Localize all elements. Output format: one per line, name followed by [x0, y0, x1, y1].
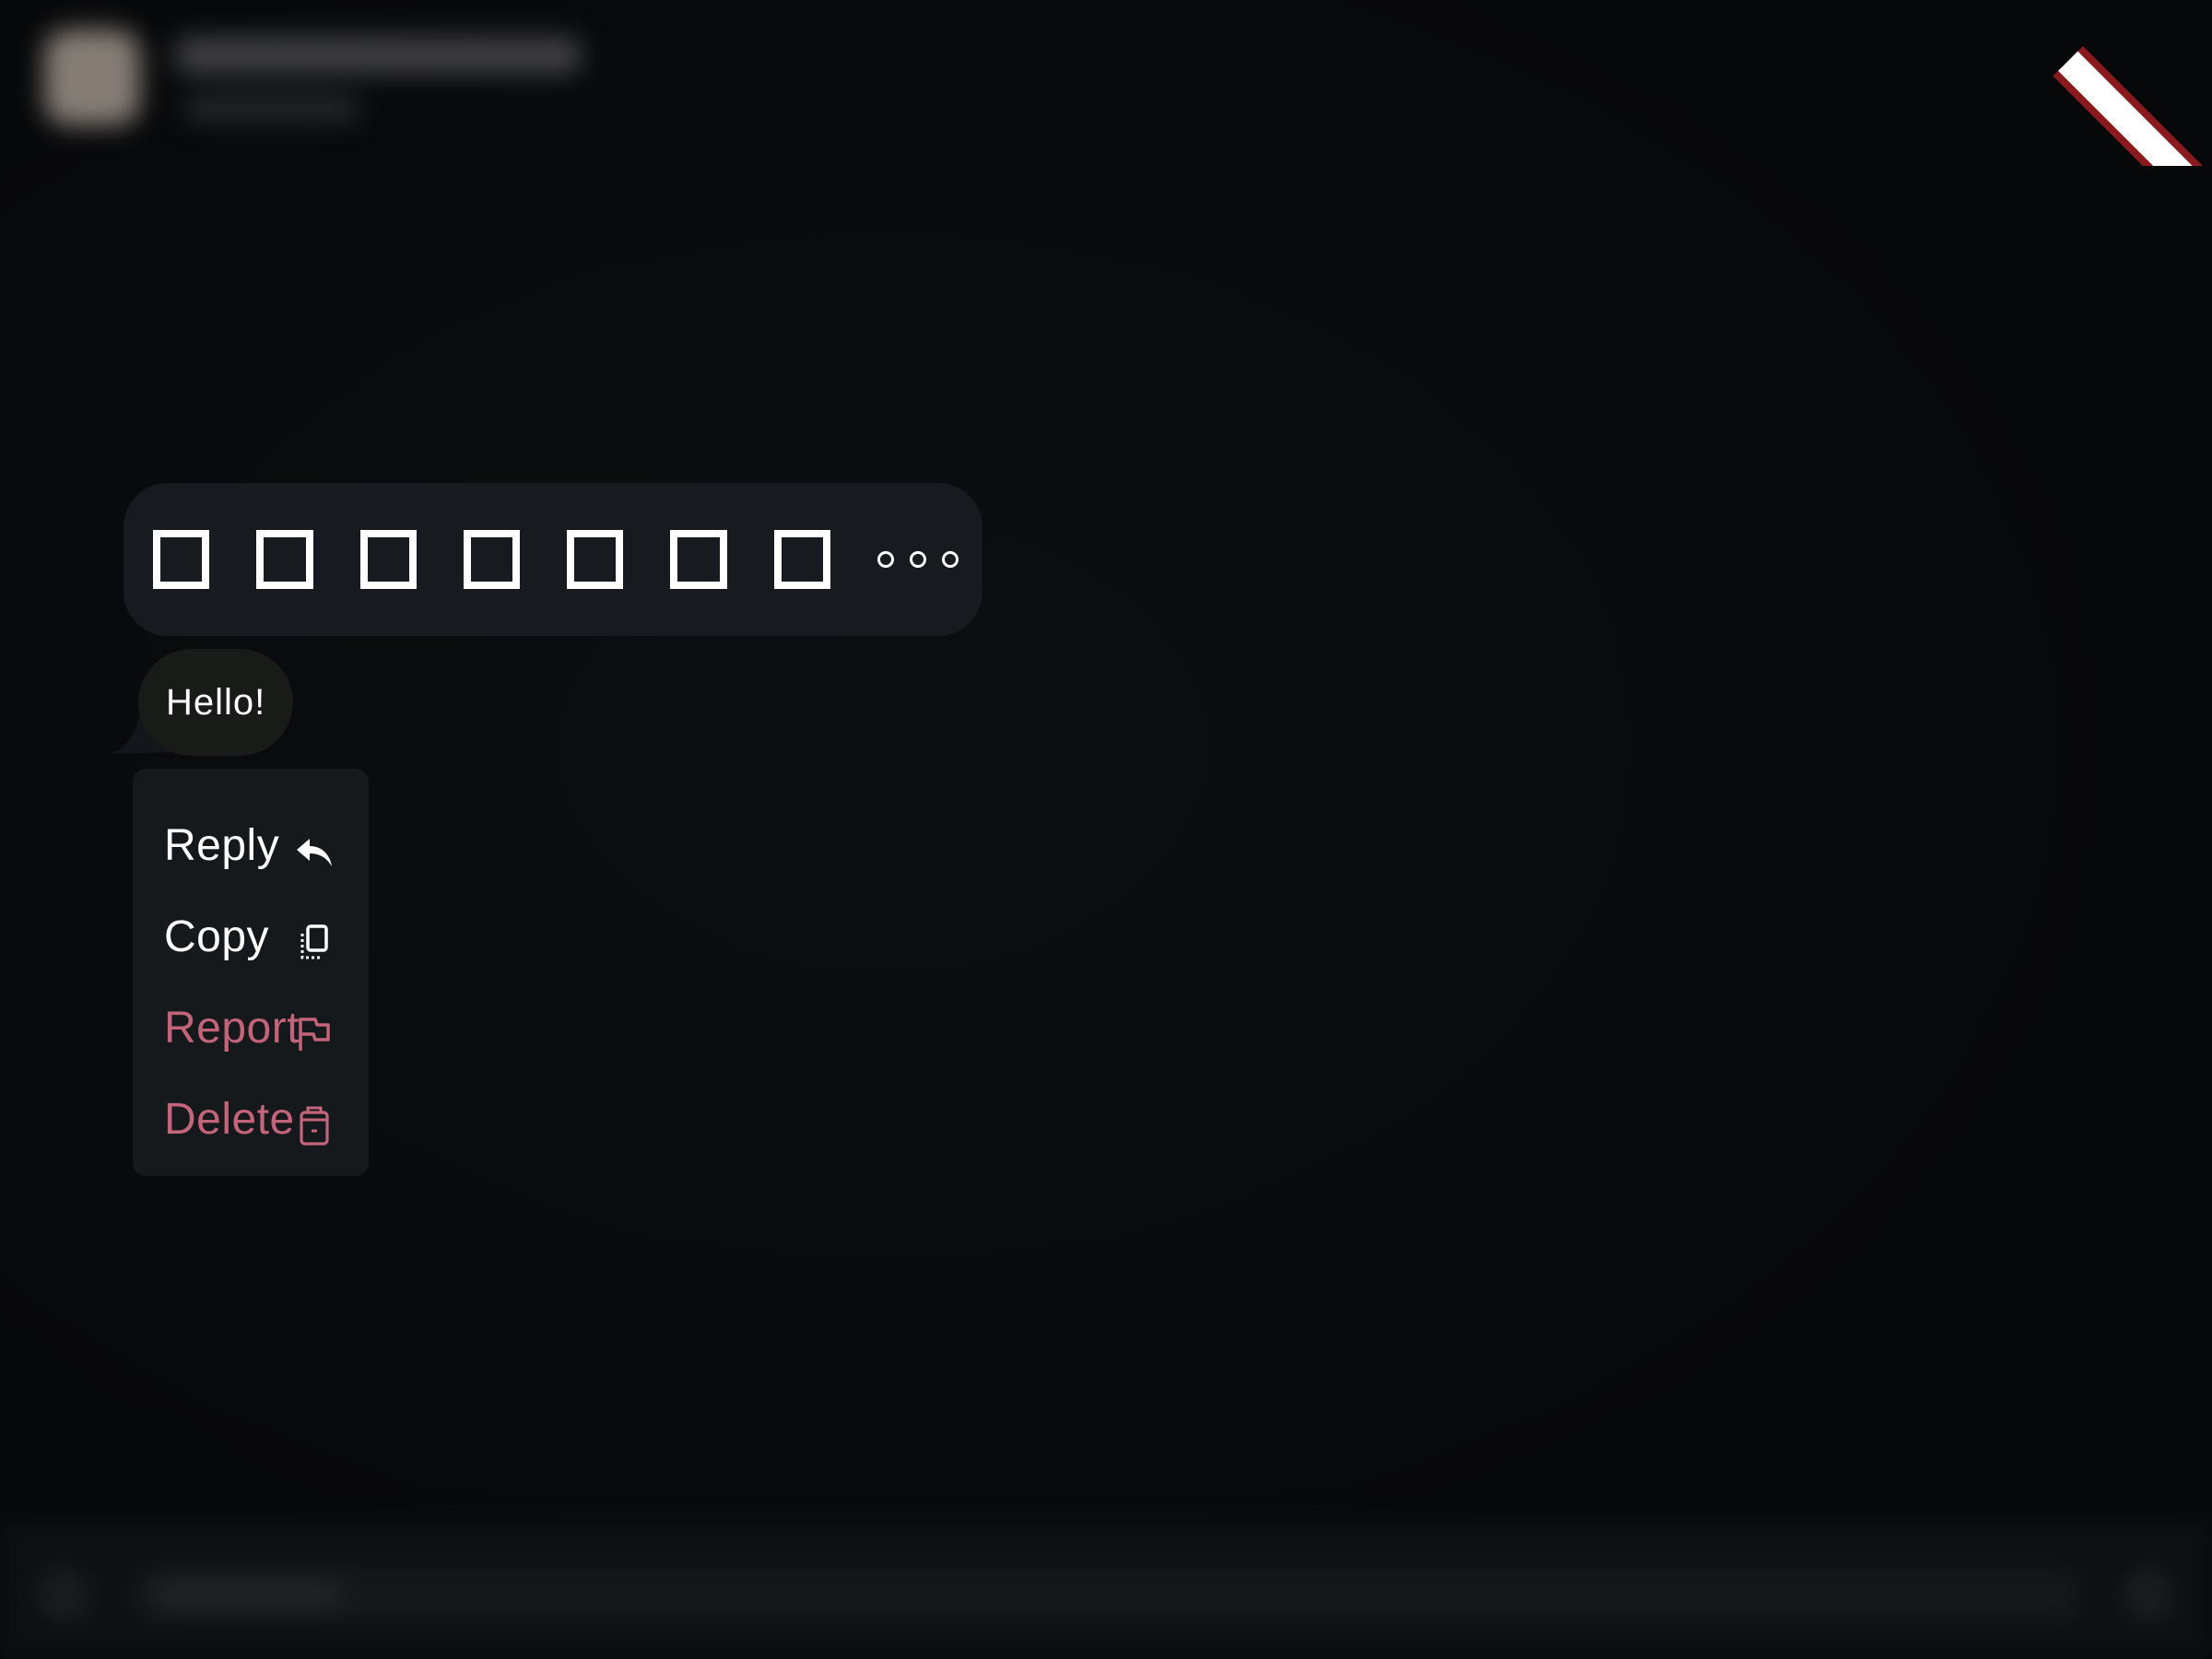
reaction-option-1[interactable] — [153, 530, 210, 589]
reaction-option-5[interactable] — [567, 530, 624, 589]
reaction-picker — [124, 483, 982, 636]
screen: Hello! Reply Copy Report Delete — [0, 0, 2212, 1659]
debug-banner — [2046, 0, 2212, 166]
reaction-option-2[interactable] — [256, 530, 313, 589]
menu-item-label: Delete — [164, 1095, 295, 1144]
menu-item-reply[interactable]: Reply — [133, 807, 369, 899]
menu-item-copy[interactable]: Copy — [133, 899, 369, 990]
menu-item-delete[interactable]: Delete — [133, 1081, 369, 1172]
reaction-option-6[interactable] — [670, 530, 727, 589]
message-context-menu: Reply Copy Report Delete — [133, 769, 369, 1176]
attach-icon — [37, 1567, 92, 1622]
send-icon — [2120, 1567, 2175, 1622]
reaction-option-7[interactable] — [773, 530, 830, 589]
contact-name-blurred — [175, 37, 581, 74]
copy-icon — [300, 924, 328, 959]
avatar — [44, 29, 140, 125]
trash-icon — [300, 1106, 329, 1146]
flag-icon — [299, 1018, 330, 1051]
more-reactions-button[interactable] — [877, 551, 959, 568]
message-text: Hello! — [166, 681, 266, 723]
contact-status-blurred — [184, 96, 359, 122]
reaction-option-3[interactable] — [359, 530, 417, 589]
reply-icon — [297, 839, 332, 866]
menu-item-label: Copy — [164, 912, 270, 961]
reaction-option-4[interactable] — [463, 530, 521, 589]
message-bubble[interactable]: Hello! — [138, 649, 294, 756]
menu-item-label: Report — [164, 1004, 300, 1053]
debug-banner-band — [2053, 46, 2212, 166]
menu-item-label: Reply — [164, 821, 280, 870]
message-input-blurred — [129, 1567, 2083, 1622]
chat-header-blurred — [0, 0, 2212, 157]
ellipsis-icon — [877, 551, 894, 568]
message-composer-blurred — [0, 1521, 2212, 1659]
menu-item-report[interactable]: Report — [133, 990, 369, 1081]
